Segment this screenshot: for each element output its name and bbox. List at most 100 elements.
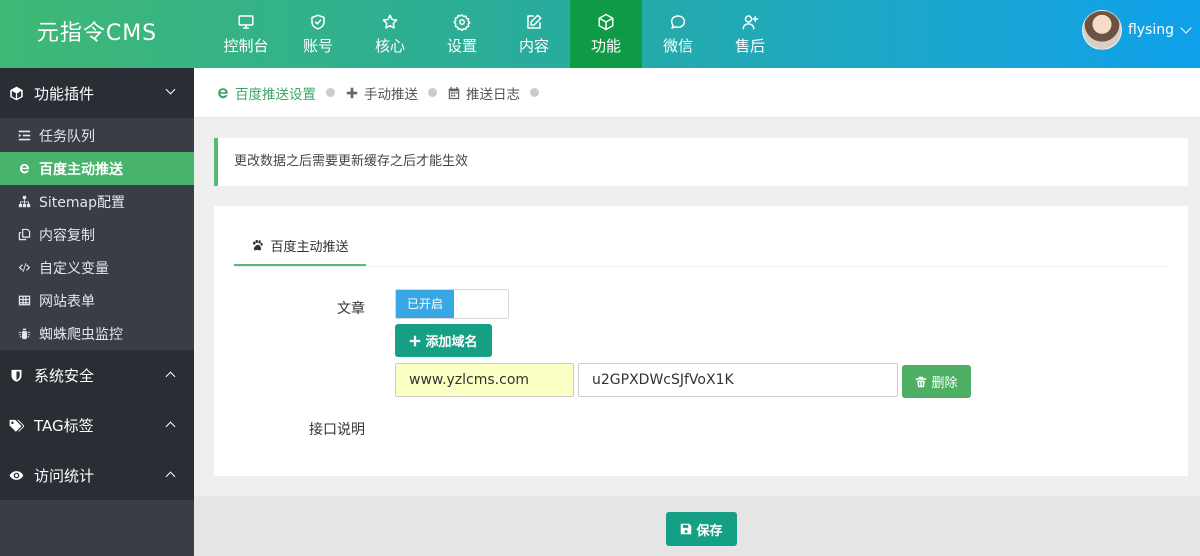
- save-button[interactable]: 保存: [666, 512, 737, 546]
- sidebar-group-tags[interactable]: TAG标签: [0, 400, 194, 450]
- tab-label: 百度主动推送: [270, 239, 349, 255]
- star-icon: [382, 14, 398, 29]
- sidebar-item-label: 百度主动推送: [39, 161, 123, 178]
- token-input[interactable]: [578, 363, 898, 397]
- sitemap-icon: [18, 195, 33, 208]
- button-label: 删除: [931, 376, 958, 391]
- button-label: 保存: [696, 523, 723, 539]
- nav-label: 内容: [518, 37, 549, 55]
- sidebar-group-stats[interactable]: 访问统计: [0, 450, 194, 500]
- top-header: 元指令CMS 控制台 账号 核心 设置 内容 功能 微信 售后 flysing: [0, 0, 1200, 68]
- shield-check-icon: [311, 14, 325, 30]
- sidebar-item-custom-vars[interactable]: 自定义变量: [0, 251, 194, 284]
- tab-manual-push[interactable]: 手动推送: [345, 83, 437, 103]
- code-icon: [18, 261, 33, 274]
- nav-label: 售后: [734, 37, 765, 55]
- page-tabs: 百度推送设置 手动推送 推送日志: [194, 68, 1200, 118]
- cube-icon: [8, 85, 24, 101]
- ie-icon: [216, 86, 230, 100]
- sidebar-item-label: 内容复制: [39, 227, 95, 244]
- chat-icon: [670, 15, 686, 29]
- article-label: 文章: [337, 301, 365, 317]
- nav-label: 功能: [590, 37, 621, 55]
- tab-label: 推送日志: [466, 86, 520, 103]
- toggle-on-label: 已开启: [396, 290, 454, 318]
- nav-label: 账号: [302, 37, 333, 55]
- sidebar-item-content-copy[interactable]: 内容复制: [0, 218, 194, 251]
- sidebar-group-label: TAG标签: [34, 416, 94, 435]
- avatar[interactable]: [1081, 10, 1122, 50]
- monitor-icon: [238, 15, 254, 29]
- plus-icon: [345, 86, 359, 100]
- sidebar-filler: [0, 500, 194, 556]
- sidebar-submenu: 任务队列 百度主动推送 Sitemap配置 内容复制 自定义变量 网站表单 蜘蛛…: [0, 118, 194, 350]
- app-logo[interactable]: 元指令CMS: [0, 0, 194, 68]
- user-plus-icon: [742, 15, 759, 30]
- cube-icon: [598, 13, 614, 31]
- notice-banner: 更改数据之后需要更新缓存之后才能生效: [214, 138, 1188, 186]
- chevron-down-icon: [1180, 22, 1192, 34]
- sidebar-item-sitemap[interactable]: Sitemap配置: [0, 185, 194, 218]
- delete-button[interactable]: 删除: [902, 365, 971, 398]
- button-label: 添加域名: [425, 335, 478, 350]
- sidebar-item-baidu-push[interactable]: 百度主动推送: [0, 152, 194, 185]
- edit-icon: [527, 14, 542, 29]
- sidebar-group-label: 访问统计: [34, 466, 95, 485]
- sidebar-item-label: Sitemap配置: [39, 194, 125, 211]
- nav-label: 控制台: [223, 37, 269, 55]
- add-domain-button[interactable]: 添加域名: [395, 324, 492, 357]
- list-indent-icon: [18, 129, 33, 142]
- tags-icon: [8, 417, 24, 433]
- user-menu[interactable]: flysing: [1081, 10, 1192, 50]
- bug-icon: [18, 327, 33, 340]
- nav-console[interactable]: 控制台: [210, 0, 282, 68]
- form-footer: 保存: [194, 496, 1200, 556]
- chevron-down-icon: [165, 84, 176, 95]
- article-toggle[interactable]: 已开启: [395, 289, 509, 319]
- nav-wechat[interactable]: 微信: [642, 0, 714, 68]
- nav-aftersale[interactable]: 售后: [714, 0, 786, 68]
- nav-core[interactable]: 核心: [354, 0, 426, 68]
- tab-label: 手动推送: [364, 86, 418, 103]
- nav-settings[interactable]: 设置: [426, 0, 498, 68]
- sidebar-item-label: 自定义变量: [39, 260, 109, 277]
- shield-icon: [8, 367, 24, 383]
- tab-divider: [234, 266, 1168, 267]
- gear-icon: [453, 14, 471, 31]
- nav-features[interactable]: 功能: [570, 0, 642, 68]
- domain-input[interactable]: [395, 363, 574, 397]
- close-dot-icon[interactable]: [428, 88, 437, 97]
- sidebar-group-plugins[interactable]: 功能插件: [0, 68, 194, 118]
- tab-push-log[interactable]: 推送日志: [447, 83, 539, 103]
- tab-baidu-push-settings[interactable]: 百度推送设置: [216, 83, 335, 103]
- nav-label: 微信: [662, 37, 693, 55]
- chevron-up-icon: [165, 471, 176, 482]
- plus-icon: [410, 335, 421, 346]
- trash-icon: [916, 376, 927, 387]
- tab-baidu-active-push[interactable]: 百度主动推送: [234, 226, 366, 267]
- sidebar-item-spider-monitor[interactable]: 蜘蛛爬虫监控: [0, 317, 194, 350]
- nav-label: 设置: [446, 37, 477, 55]
- username: flysing: [1127, 22, 1174, 38]
- close-dot-icon[interactable]: [530, 88, 539, 97]
- sidebar-item-task-queue[interactable]: 任务队列: [0, 119, 194, 152]
- sidebar-item-label: 蜘蛛爬虫监控: [39, 326, 123, 343]
- sidebar-group-label: 功能插件: [34, 84, 95, 103]
- paw-icon: [253, 239, 264, 250]
- sidebar-group-security[interactable]: 系统安全: [0, 350, 194, 400]
- sidebar: 功能插件 任务队列 百度主动推送 Sitemap配置 内容复制 自定义变量 网站…: [0, 68, 194, 556]
- sidebar-item-site-forms[interactable]: 网站表单: [0, 284, 194, 317]
- sidebar-item-label: 任务队列: [39, 128, 95, 145]
- nav-account[interactable]: 账号: [282, 0, 354, 68]
- main-nav: 控制台 账号 核心 设置 内容 功能 微信 售后: [210, 0, 786, 68]
- copy-icon: [18, 228, 33, 241]
- save-icon: [681, 523, 692, 535]
- calendar-icon: [447, 86, 461, 100]
- ie-icon: [18, 162, 33, 175]
- chevron-up-icon: [165, 371, 176, 382]
- sidebar-item-label: 网站表单: [39, 293, 95, 310]
- api-description-label: 接口说明: [309, 422, 365, 438]
- nav-content[interactable]: 内容: [498, 0, 570, 68]
- table-icon: [18, 294, 33, 307]
- close-dot-icon[interactable]: [326, 88, 335, 97]
